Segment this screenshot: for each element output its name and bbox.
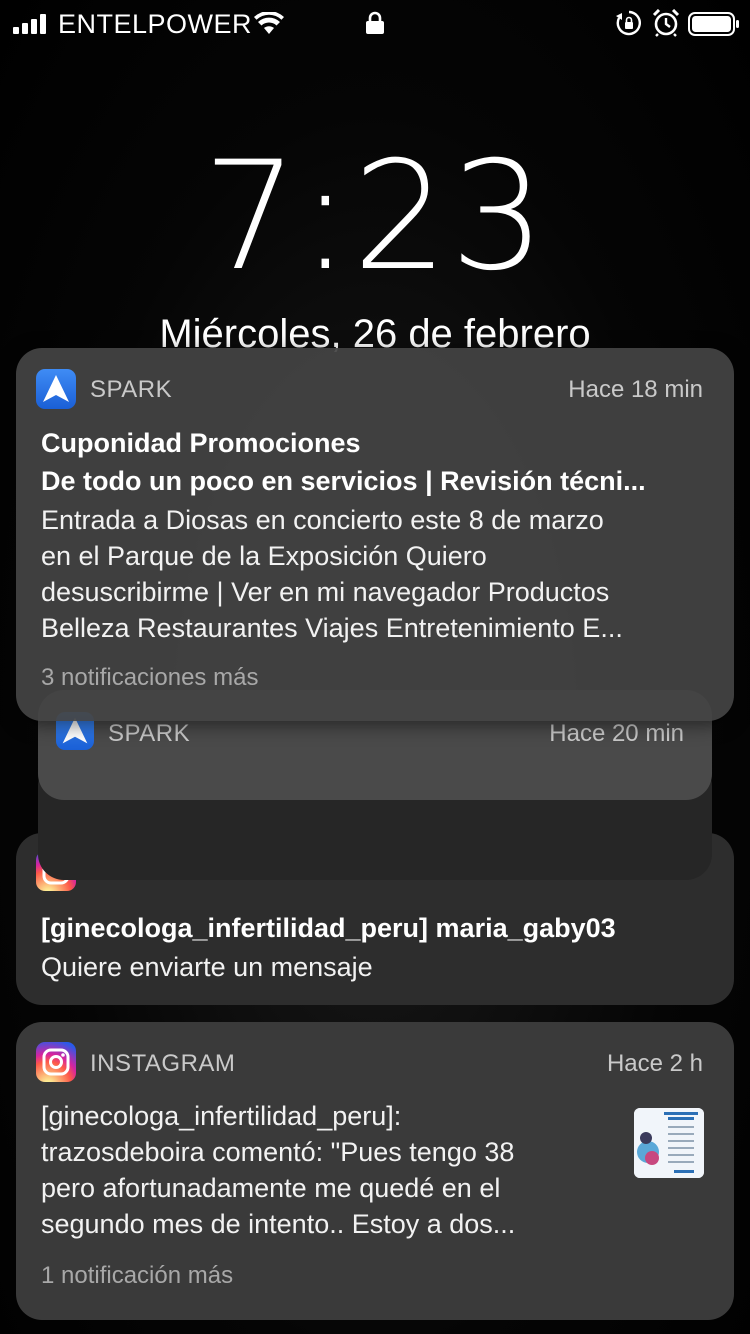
battery-icon xyxy=(688,12,739,36)
notification-body: [ginecologa_infertilidad_peru]: trazosde… xyxy=(41,1098,621,1242)
notification-title: [ginecologa_infertilidad_peru] maria_gab… xyxy=(41,913,616,943)
notification-body: Quiere enviarte un mensaje xyxy=(41,952,373,982)
wifi-icon xyxy=(254,12,284,34)
notification-app-name: SPARK xyxy=(90,376,173,403)
lock-screen-time: 7:23 xyxy=(202,130,548,304)
spark-icon xyxy=(36,369,76,409)
notification-time: Hace 20 min xyxy=(549,720,684,747)
instagram-icon xyxy=(36,1042,76,1082)
body-line: desuscribirme | Ver en mi navegador Prod… xyxy=(41,577,610,607)
more-notifications-count: 3 notificaciones más xyxy=(41,664,259,691)
body-line: Belleza Restaurantes Viajes Entretenimie… xyxy=(41,613,623,643)
cellular-signal-icon xyxy=(13,14,46,34)
body-line: trazosdeboira comentó: "Pues tengo 38 xyxy=(41,1137,515,1167)
orientation-lock-icon xyxy=(616,10,641,36)
body-line: segundo mes de intento.. Estoy a dos... xyxy=(41,1209,516,1239)
lock-icon xyxy=(366,11,384,34)
notification-app-name: SPARK xyxy=(108,720,191,747)
more-notifications-count: 1 notificación más xyxy=(41,1262,234,1289)
notification-time: Hace 2 h xyxy=(606,1050,703,1077)
status-bar: ENTELPOWER xyxy=(0,0,750,48)
body-line: Entrada a Diosas en concierto este 8 de … xyxy=(41,505,604,535)
body-line: [ginecologa_infertilidad_peru]: xyxy=(41,1101,402,1131)
body-line: en el Parque de la Exposición Quiero xyxy=(41,541,487,571)
alarm-icon xyxy=(652,9,680,37)
notification-app-name: INSTAGRAM xyxy=(90,1050,236,1077)
carrier-name: ENTELPOWER xyxy=(58,9,253,39)
notification-instagram-comment[interactable]: INSTAGRAM Hace 2 h [ginecologa_infertili… xyxy=(16,1022,734,1320)
post-thumbnail-image xyxy=(634,1108,704,1178)
notification-spark-group[interactable]: SPARK Hace 18 min Cuponidad Promociones … xyxy=(16,348,734,721)
lock-screen: ENTELPOWER 7:23 Miércoles, 26 de febrero… xyxy=(0,0,750,1334)
body-line: pero afortunadamente me quedé en el xyxy=(41,1173,501,1203)
notification-time: Hace 18 min xyxy=(568,376,703,403)
notification-title: Cuponidad Promociones xyxy=(41,428,361,458)
notification-subtitle: De todo un poco en servicios | Revisión … xyxy=(41,466,646,496)
notification-body: Entrada a Diosas en concierto este 8 de … xyxy=(41,502,721,646)
